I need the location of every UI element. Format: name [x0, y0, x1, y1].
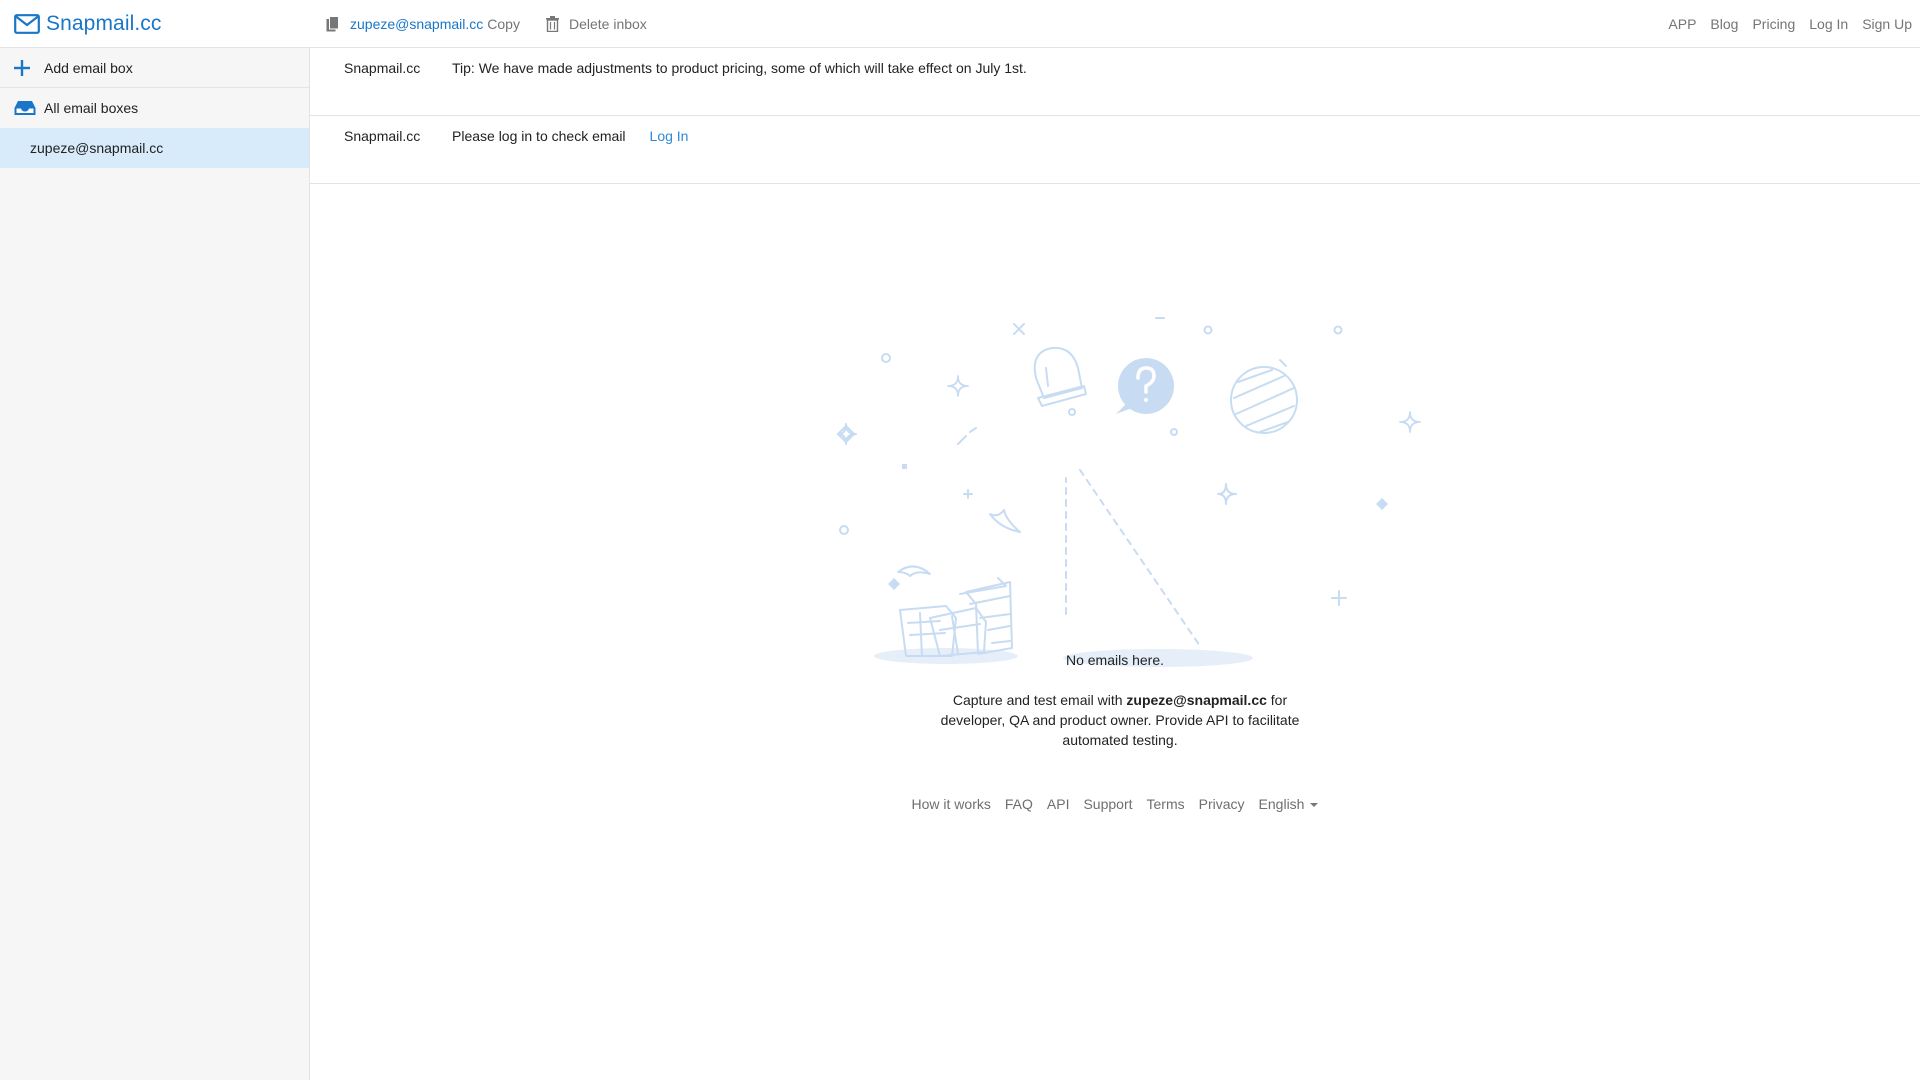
brand-logo[interactable]: Snapmail.cc	[14, 0, 161, 48]
footer-api[interactable]: API	[1047, 796, 1070, 812]
footer-faq[interactable]: FAQ	[1005, 796, 1033, 812]
notice-row: Snapmail.cc Tip: We have made adjustment…	[310, 48, 1920, 116]
nav-blog[interactable]: Blog	[1710, 16, 1738, 32]
delete-inbox-label: Delete inbox	[568, 16, 647, 32]
inbox-item-label: zupeze@snapmail.cc	[30, 140, 164, 156]
description-text: Capture and test email with	[952, 692, 1127, 708]
footer-terms[interactable]: Terms	[1147, 796, 1185, 812]
add-email-box-label: Add email box	[44, 59, 133, 76]
footer-privacy[interactable]: Privacy	[1199, 796, 1245, 812]
top-bar: Snapmail.cc zupeze@snapmail.cc Copy Dele…	[0, 0, 1920, 48]
nav-signup[interactable]: Sign Up	[1862, 16, 1912, 32]
nav-login[interactable]: Log In	[1809, 16, 1848, 32]
sidebar-item-inbox[interactable]: zupeze@snapmail.cc	[0, 128, 309, 168]
main-content: Snapmail.cc Tip: We have made adjustment…	[310, 48, 1920, 1080]
notice-sender: Snapmail.cc	[344, 128, 421, 144]
nav-app[interactable]: APP	[1668, 16, 1696, 32]
empty-state-illustration	[780, 258, 1460, 678]
trash-icon	[545, 16, 559, 32]
sidebar: Add email box All email boxes zupeze@sna…	[0, 48, 310, 1080]
description-address: zupeze@snapmail.cc	[1126, 692, 1267, 708]
footer-links: How it works FAQ API Support Terms Priva…	[310, 796, 1920, 812]
language-selector[interactable]: English	[1259, 796, 1319, 812]
add-email-box-button[interactable]: Add email box	[0, 48, 309, 88]
empty-state-title: No emails here.	[1065, 652, 1165, 668]
copy-address-button[interactable]: zupeze@snapmail.cc Copy	[326, 16, 520, 32]
top-navigation: APP Blog Pricing Log In Sign Up	[1668, 0, 1912, 48]
envelope-icon	[14, 14, 40, 34]
inbox-toolbar: zupeze@snapmail.cc Copy Delete inbox	[326, 0, 647, 48]
all-email-boxes-label: All email boxes	[44, 100, 139, 116]
clipboard-icon	[326, 16, 340, 32]
delete-inbox-button[interactable]: Delete inbox	[545, 16, 647, 32]
notice-message: Tip: We have made adjustments to product…	[452, 60, 1027, 76]
footer-support[interactable]: Support	[1083, 796, 1132, 812]
empty-state-description: Capture and test email with zupeze@snapm…	[930, 690, 1310, 750]
language-label: English	[1258, 796, 1305, 812]
notice-sender: Snapmail.cc	[344, 60, 421, 76]
notice-login-link[interactable]: Log In	[650, 128, 689, 144]
chevron-down-icon	[1310, 803, 1319, 807]
footer-how-it-works[interactable]: How it works	[912, 796, 991, 812]
nav-pricing[interactable]: Pricing	[1752, 16, 1795, 32]
inbox-tray-icon	[14, 100, 44, 116]
brand-name: Snapmail.cc	[46, 12, 162, 35]
inbox-address-link[interactable]: zupeze@snapmail.cc	[350, 16, 483, 32]
notice-row: Snapmail.cc Please log in to check email…	[310, 116, 1920, 184]
notice-message: Please log in to check email	[452, 128, 626, 144]
plus-icon	[14, 59, 44, 76]
copy-link[interactable]: Copy	[487, 16, 520, 32]
all-email-boxes-item[interactable]: All email boxes	[0, 88, 309, 128]
